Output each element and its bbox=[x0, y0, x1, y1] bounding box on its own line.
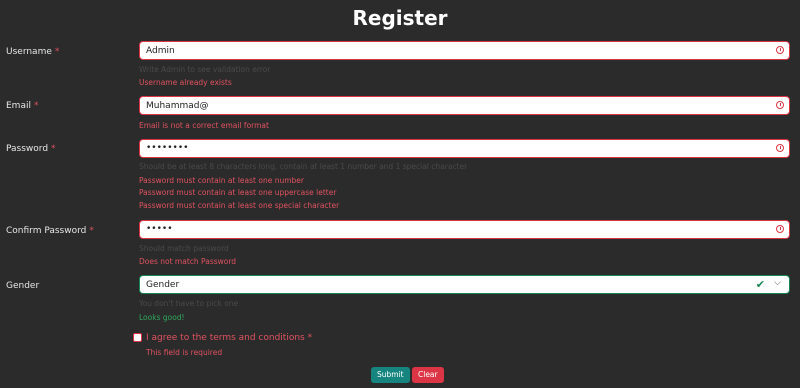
terms-error: This field is required bbox=[146, 348, 223, 357]
username-help: Write Admin to see validation error bbox=[139, 65, 271, 74]
required-marker: * bbox=[54, 47, 60, 57]
email-value: Muhammad@ bbox=[146, 101, 209, 111]
required-marker: * bbox=[89, 226, 94, 236]
check-icon: ✔ bbox=[755, 278, 765, 291]
required-marker: * bbox=[51, 144, 56, 154]
confirm-password-error: Does not match Password bbox=[139, 257, 237, 266]
gender-label-text: Gender bbox=[6, 281, 40, 291]
chevron-down-icon: ⌵ bbox=[774, 278, 781, 288]
username-value: Admin bbox=[146, 46, 175, 56]
terms-checkbox[interactable] bbox=[133, 333, 142, 342]
submit-button[interactable]: Submit bbox=[371, 367, 410, 383]
gender-valid-feedback: Looks good! bbox=[139, 313, 185, 322]
confirm-password-help: Should match password bbox=[139, 244, 229, 253]
username-label: Username * bbox=[6, 47, 59, 57]
username-label-text: Username bbox=[6, 47, 52, 57]
email-label-text: Email bbox=[6, 101, 31, 111]
confirm-password-value: ••••• bbox=[146, 224, 173, 234]
gender-value: Gender bbox=[146, 280, 180, 290]
gender-label: Gender bbox=[6, 281, 39, 291]
password-error: Password must contain at least one speci… bbox=[139, 201, 340, 210]
page-title: Register bbox=[352, 6, 448, 30]
gender-select[interactable]: Gender ✔ ⌵ bbox=[139, 275, 790, 294]
error-icon bbox=[776, 46, 784, 54]
terms-label-text: I agree to the terms and conditions bbox=[146, 333, 305, 343]
clear-button[interactable]: Clear bbox=[412, 367, 444, 383]
confirm-password-label-text: Confirm Password bbox=[6, 226, 87, 236]
terms-label[interactable]: I agree to the terms and conditions * bbox=[146, 333, 312, 343]
password-label: Password * bbox=[6, 144, 56, 154]
error-icon bbox=[776, 144, 784, 152]
required-marker: * bbox=[33, 101, 39, 111]
password-help: Should be at least 8 characters long, co… bbox=[139, 162, 468, 171]
error-icon bbox=[776, 225, 784, 233]
email-error: Email is not a correct email format bbox=[139, 121, 269, 130]
username-input[interactable]: Admin bbox=[139, 41, 790, 60]
password-label-text: Password bbox=[6, 144, 49, 154]
confirm-password-label: Confirm Password * bbox=[6, 226, 94, 236]
confirm-password-input[interactable]: ••••• bbox=[139, 220, 790, 239]
email-label: Email * bbox=[6, 101, 38, 111]
password-input[interactable]: •••••••• bbox=[139, 139, 790, 158]
password-error: Password must contain at least one upper… bbox=[139, 188, 337, 197]
error-icon bbox=[776, 101, 784, 109]
password-error: Password must contain at least one numbe… bbox=[139, 176, 304, 185]
required-marker: * bbox=[307, 333, 313, 343]
password-value: •••••••• bbox=[146, 143, 189, 153]
gender-help: You don't have to pick one bbox=[139, 299, 239, 308]
email-input[interactable]: Muhammad@ bbox=[139, 96, 790, 115]
username-error: Username already exists bbox=[139, 78, 232, 87]
